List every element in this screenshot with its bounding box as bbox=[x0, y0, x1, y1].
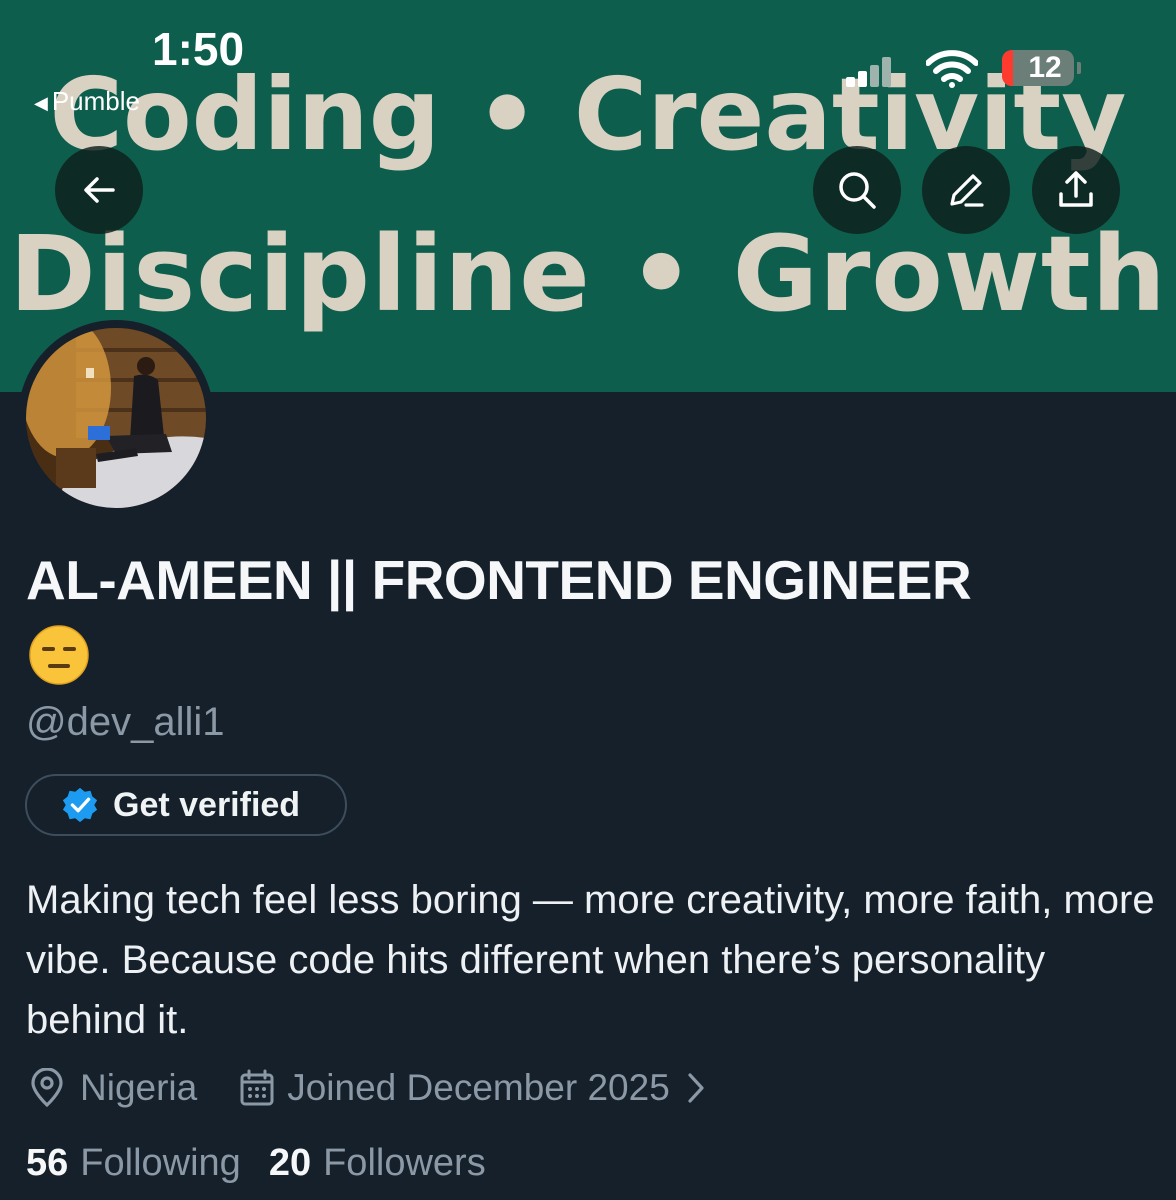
get-verified-label: Get verified bbox=[113, 785, 301, 824]
status-time: 1:50 bbox=[152, 23, 245, 75]
followers-link[interactable]: 20 Followers bbox=[269, 1142, 486, 1185]
chevron-right-icon bbox=[688, 1073, 704, 1103]
search-icon bbox=[839, 172, 876, 209]
share-icon bbox=[1059, 171, 1093, 207]
profile-meta: Nigeria Joined December 2025 bbox=[28, 1060, 708, 1116]
banner-text-line-2: Discipline • Growth bbox=[9, 213, 1167, 335]
following-count: 56 bbox=[26, 1142, 69, 1184]
joined-date-text: Joined December 2025 bbox=[287, 1067, 670, 1108]
edit-button[interactable] bbox=[922, 146, 1010, 234]
following-label: Following bbox=[80, 1142, 241, 1184]
status-bar: 1:50 ◀ Pumble 12 bbox=[0, 0, 1176, 120]
followers-count: 20 bbox=[268, 1142, 312, 1184]
pencil-icon bbox=[950, 174, 984, 207]
share-button[interactable] bbox=[1032, 146, 1120, 234]
battery-level: 12 bbox=[1028, 51, 1062, 84]
location-pin-icon bbox=[31, 1068, 63, 1108]
joined-date-item[interactable]: Joined December 2025 bbox=[239, 1067, 708, 1109]
location-text: Nigeria bbox=[80, 1067, 198, 1108]
follow-stats: 56 Following 20 Followers bbox=[26, 1142, 514, 1185]
verified-badge-icon bbox=[62, 787, 98, 823]
battery-icon: 12 bbox=[1002, 50, 1081, 86]
followers-label: Followers bbox=[323, 1142, 486, 1184]
cellular-signal-icon bbox=[846, 55, 894, 87]
back-app-label: Pumble bbox=[51, 86, 140, 116]
wifi-icon bbox=[925, 50, 979, 93]
get-verified-button[interactable]: Get verified bbox=[25, 774, 347, 836]
back-triangle-icon: ◀ bbox=[34, 92, 48, 113]
user-handle: @dev_alli1 bbox=[26, 700, 225, 744]
search-button[interactable] bbox=[813, 146, 901, 234]
profile-bio: Making tech feel less boring — more crea… bbox=[26, 878, 1155, 1042]
location-item: Nigeria bbox=[28, 1067, 197, 1109]
calendar-icon bbox=[240, 1069, 274, 1106]
following-link[interactable]: 56 Following bbox=[26, 1142, 241, 1185]
profile-avatar[interactable] bbox=[18, 320, 214, 516]
display-name: AL-AMEEN || FRONTEND ENGINEER bbox=[26, 549, 972, 611]
avatar-photo bbox=[26, 328, 206, 508]
arrow-left-icon bbox=[84, 177, 115, 203]
back-button[interactable] bbox=[55, 146, 143, 234]
back-to-app-link[interactable]: ◀ Pumble bbox=[34, 86, 140, 117]
expressionless-face-emoji bbox=[28, 624, 90, 686]
